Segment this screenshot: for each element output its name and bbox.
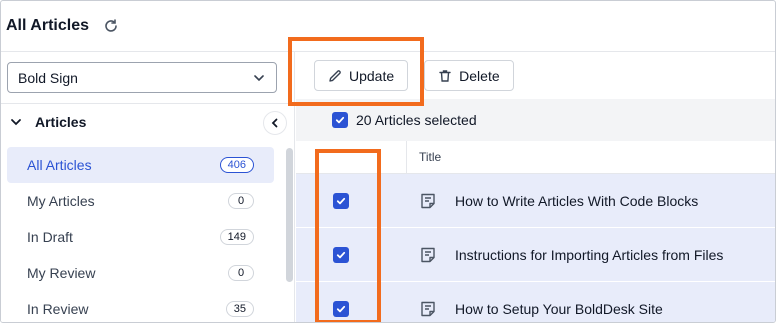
sidebar-item-label: In Draft — [27, 229, 73, 245]
app-window: All Articles Bold Sign Articles All Arti… — [0, 0, 776, 323]
count-badge: 0 — [228, 193, 254, 209]
update-label: Update — [349, 67, 395, 84]
count-badge: 0 — [228, 265, 254, 281]
column-divider — [406, 141, 407, 174]
sidebar: Bold Sign Articles All Articles 406 My A… — [1, 52, 295, 322]
table-body: How to Write Articles With Code Blocks I… — [296, 174, 775, 322]
row-title[interactable]: Instructions for Importing Articles from… — [455, 247, 723, 263]
sidebar-item-label: My Review — [27, 265, 96, 281]
chevron-left-icon — [269, 117, 281, 129]
update-button[interactable]: Update — [314, 60, 409, 91]
document-icon — [419, 192, 437, 210]
main-content: Update Delete 20 Articles selected Title — [296, 52, 775, 322]
brand-select[interactable]: Bold Sign — [7, 62, 277, 93]
table-row[interactable]: How to Setup Your BoldDesk Site — [296, 282, 775, 322]
row-checkbox[interactable] — [333, 301, 349, 317]
count-badge: 406 — [219, 157, 254, 173]
articles-section-toggle[interactable]: Articles — [9, 110, 86, 134]
table-row[interactable]: Instructions for Importing Articles from… — [296, 228, 775, 282]
select-all-checkbox[interactable] — [332, 112, 348, 128]
table-header: Title — [296, 141, 775, 174]
delete-button[interactable]: Delete — [424, 60, 514, 91]
row-checkbox[interactable] — [333, 247, 349, 263]
column-header-title[interactable]: Title — [419, 150, 441, 164]
sidebar-item-label: All Articles — [27, 157, 92, 173]
sidebar-item-all-articles[interactable]: All Articles 406 — [7, 147, 274, 183]
sidebar-nav: All Articles 406 My Articles 0 In Draft … — [7, 147, 274, 322]
table-row[interactable]: How to Write Articles With Code Blocks — [296, 174, 775, 228]
count-badge: 149 — [219, 229, 254, 245]
row-title[interactable]: How to Write Articles With Code Blocks — [455, 193, 698, 209]
chevron-down-icon — [252, 71, 266, 85]
section-label: Articles — [35, 114, 87, 130]
selection-count-label: 20 Articles selected — [356, 112, 477, 128]
refresh-icon[interactable] — [102, 17, 120, 35]
chevron-down-icon — [9, 115, 23, 129]
page-title: All Articles — [6, 17, 89, 34]
sidebar-item-in-draft[interactable]: In Draft 149 — [7, 219, 274, 255]
sidebar-item-label: My Articles — [27, 193, 95, 209]
delete-label: Delete — [459, 67, 500, 84]
trash-icon — [438, 69, 452, 83]
sidebar-item-my-review[interactable]: My Review 0 — [7, 255, 274, 291]
page-header: All Articles — [1, 1, 775, 52]
divider — [1, 103, 294, 104]
sidebar-item-label: In Review — [27, 301, 89, 317]
row-checkbox[interactable] — [333, 193, 349, 209]
row-title[interactable]: How to Setup Your BoldDesk Site — [455, 301, 663, 317]
document-icon — [419, 300, 437, 318]
sidebar-item-my-articles[interactable]: My Articles 0 — [7, 183, 274, 219]
count-badge: 35 — [225, 301, 254, 317]
selection-bar: 20 Articles selected — [296, 99, 775, 141]
pencil-icon — [328, 69, 342, 83]
sidebar-scrollbar[interactable] — [286, 148, 293, 282]
collapse-sidebar-button[interactable] — [263, 111, 287, 135]
toolbar: Update Delete — [296, 52, 775, 99]
brand-select-value: Bold Sign — [18, 69, 78, 86]
document-icon — [419, 246, 437, 264]
sidebar-item-in-review[interactable]: In Review 35 — [7, 291, 274, 322]
